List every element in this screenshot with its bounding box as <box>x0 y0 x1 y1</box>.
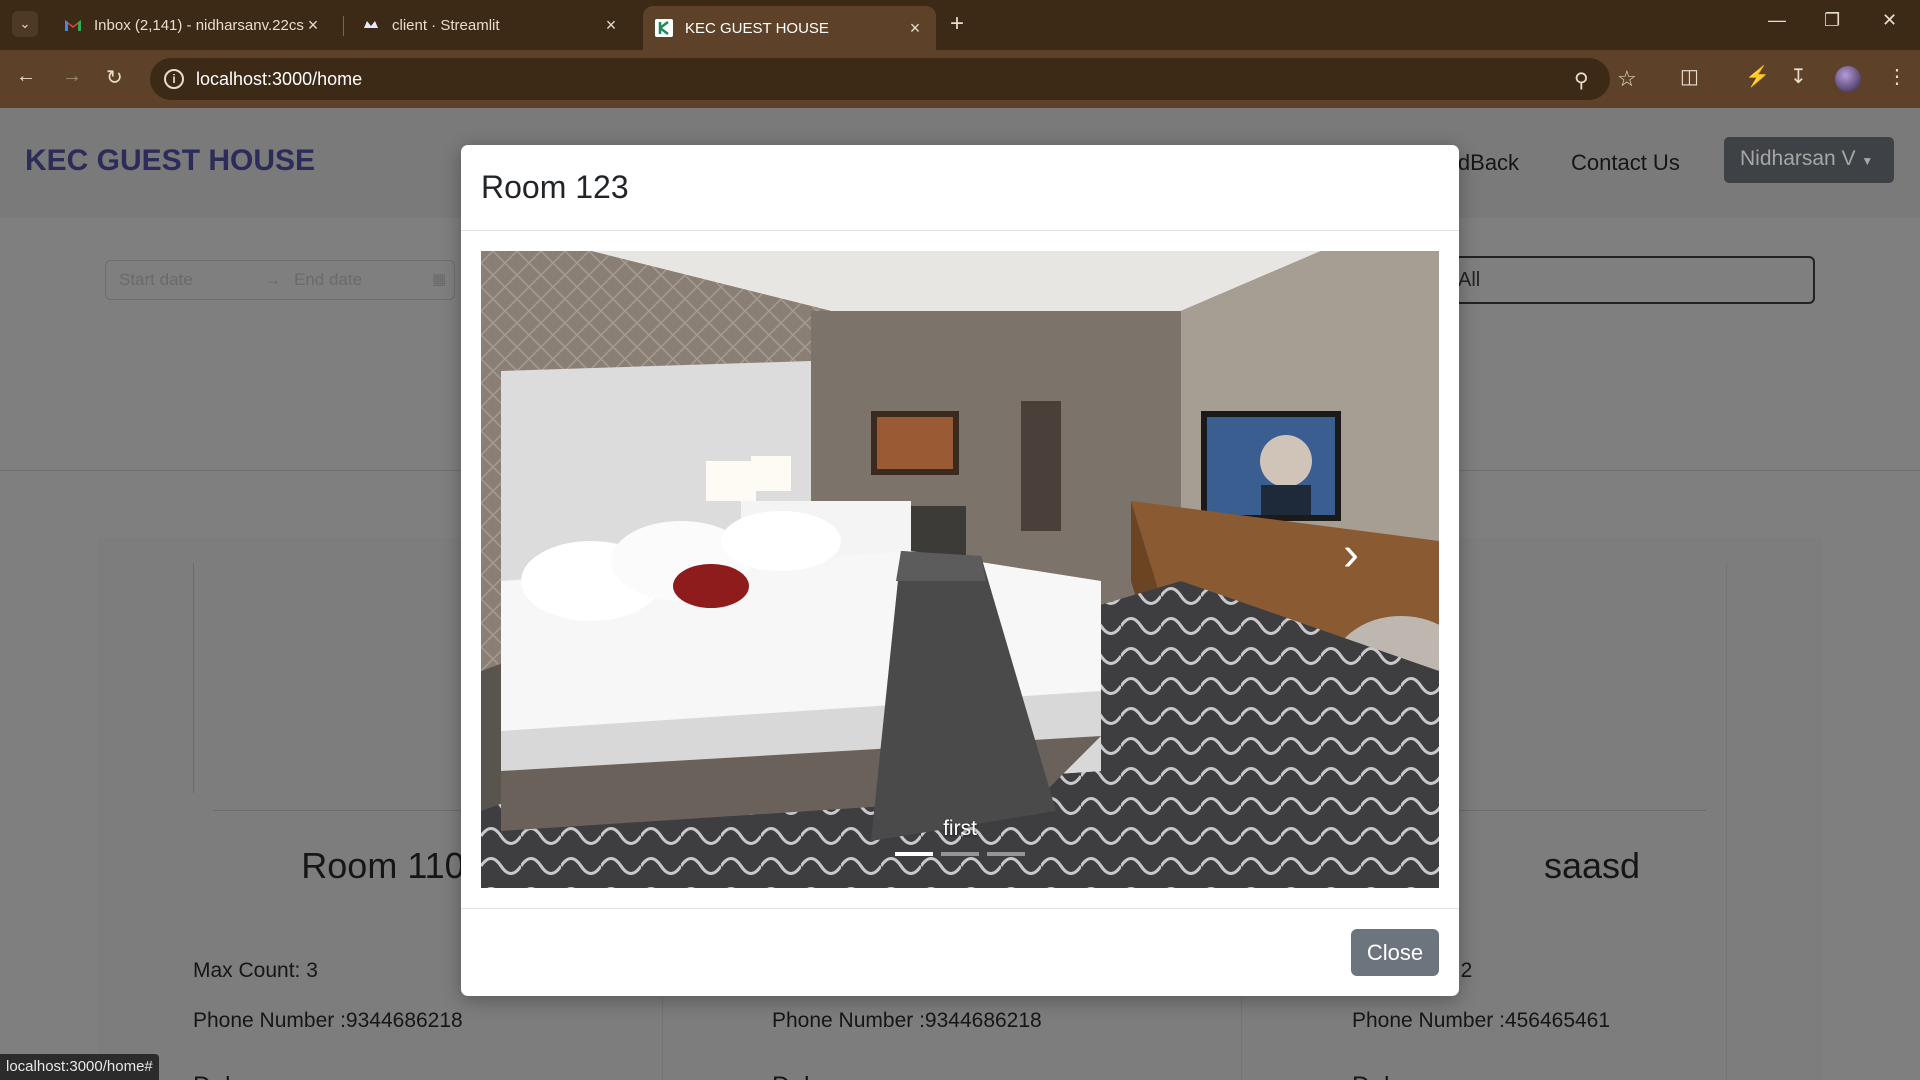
tab-streamlit[interactable]: client · Streamlit × <box>350 8 632 42</box>
minimize-icon[interactable]: — <box>1768 10 1786 31</box>
back-icon[interactable]: ← <box>16 65 36 88</box>
arrow-right-icon: → <box>264 270 281 289</box>
chrome-menu-icon[interactable]: ⋮ <box>1887 64 1907 89</box>
user-name: Nidharsan V <box>1740 147 1856 170</box>
tab-title: KEC GUEST HOUSE <box>685 19 829 37</box>
tab-search-icon[interactable]: ⌄ <box>12 11 38 37</box>
url-text[interactable]: localhost:3000/home <box>196 69 362 90</box>
close-window-icon[interactable]: ✕ <box>1882 10 1897 31</box>
nav-contact[interactable]: Contact Us <box>1571 150 1680 176</box>
password-key-icon[interactable]: ⚲ <box>1574 68 1589 93</box>
omnibox[interactable]: i localhost:3000/home ⚲ ☆ <box>150 58 1637 100</box>
carousel-indicator[interactable] <box>987 852 1025 856</box>
carousel-indicators <box>895 852 1025 856</box>
user-dropdown-button[interactable]: Nidharsan V ▼ <box>1724 137 1894 183</box>
room-type: Delux <box>1352 1072 1416 1080</box>
room-type: Delux <box>193 1072 257 1080</box>
date-range-picker[interactable]: Start date → End date ▦ <box>105 260 455 300</box>
room-type-select[interactable]: All <box>1440 256 1815 304</box>
room-photo <box>481 251 1439 888</box>
close-button[interactable]: Close <box>1351 929 1439 976</box>
extensions-icon[interactable]: ◫ <box>1680 64 1699 89</box>
forward-icon[interactable]: → <box>62 65 82 88</box>
modal-header: Room 123 <box>461 145 1459 231</box>
address-bar-row: ← → ↻ i localhost:3000/home ⚲ ☆ ◫ ⚡ ↧ ⋮ <box>0 50 1920 108</box>
calendar-icon: ▦ <box>432 271 447 288</box>
start-date-input[interactable]: Start date <box>119 270 193 290</box>
carousel-next-icon[interactable]: › <box>1343 531 1359 579</box>
site-brand[interactable]: KEC GUEST HOUSE <box>25 144 315 178</box>
gmail-icon <box>64 16 82 34</box>
phone-number: Phone Number :9344686218 <box>772 1009 1042 1032</box>
room-type-value: All <box>1458 269 1481 291</box>
modal-title: Room 123 <box>481 169 629 205</box>
new-tab-icon[interactable]: + <box>950 10 964 38</box>
carousel-indicator[interactable] <box>895 852 933 856</box>
room-name: saasd <box>1543 845 1641 886</box>
kec-icon <box>655 19 673 37</box>
phone-number: Phone Number :9344686218 <box>193 1009 463 1032</box>
end-date-input[interactable]: End date <box>294 270 362 290</box>
bookmark-star-icon[interactable]: ☆ <box>1617 66 1637 92</box>
link-status-bar: localhost:3000/home# <box>0 1054 159 1080</box>
phone-number: Phone Number :456465461 <box>1352 1009 1611 1032</box>
download-icon[interactable]: ↧ <box>1790 64 1807 89</box>
tab-title: client · Streamlit <box>392 16 500 34</box>
close-tab-icon[interactable]: × <box>304 15 322 36</box>
streamlit-icon <box>362 16 380 34</box>
browser-tab-strip: ⌄ Inbox (2,141) - nidharsanv.22csd × cli… <box>0 0 1920 50</box>
tab-title: Inbox (2,141) - nidharsanv.22csd <box>94 16 304 34</box>
room-modal: Room 123 › first Close <box>461 145 1459 996</box>
carousel-caption: first <box>943 817 977 840</box>
performance-icon[interactable]: ⚡ <box>1745 64 1770 89</box>
room-image-carousel[interactable]: › first <box>481 251 1439 888</box>
room-type: Delux <box>772 1072 836 1080</box>
caret-down-icon: ▼ <box>1861 154 1874 168</box>
carousel-indicator[interactable] <box>941 852 979 856</box>
close-tab-icon[interactable]: × <box>602 15 620 36</box>
tab-gmail[interactable]: Inbox (2,141) - nidharsanv.22csd × <box>52 8 334 42</box>
tab-divider <box>343 16 344 36</box>
reload-icon[interactable]: ↻ <box>106 65 123 90</box>
close-tab-icon[interactable]: × <box>906 18 924 39</box>
max-count: Max Count: 3 <box>193 959 318 982</box>
modal-footer: Close <box>461 908 1459 996</box>
restore-icon[interactable]: ❐ <box>1824 10 1840 31</box>
tab-kec-guest-house[interactable]: KEC GUEST HOUSE × <box>643 6 936 50</box>
chrome-profile-avatar[interactable] <box>1835 66 1861 92</box>
site-info-icon[interactable]: i <box>164 69 184 89</box>
